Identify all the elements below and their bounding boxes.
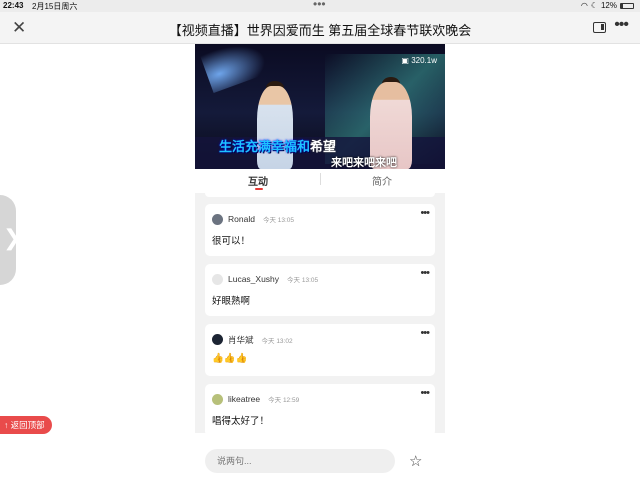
- singer-left: [257, 86, 293, 169]
- comment-time: 今天 12:59: [268, 397, 300, 404]
- comment-text: 唱得太好了！: [212, 416, 270, 427]
- comment-card: 肖华斌 今天 13:02 ••• 👍👍👍: [205, 324, 435, 376]
- comment-text: 很可以！: [212, 236, 251, 247]
- status-right: ◠ ☾ 12%: [581, 1, 634, 10]
- comment-username[interactable]: 肖华斌: [228, 335, 254, 345]
- battery-icon: [620, 2, 634, 9]
- comment-card: Lucas_Xushy 今天 13:05 ••• 好眼熟啊: [205, 264, 435, 316]
- avatar[interactable]: [212, 394, 223, 405]
- moon-icon: ☾: [590, 1, 598, 10]
- stage-light: [199, 44, 271, 94]
- comment-time: 今天 13:05: [287, 277, 319, 284]
- star-icon[interactable]: ☆: [409, 452, 422, 470]
- comment-text: 好眼熟啊: [212, 296, 251, 307]
- window-icon[interactable]: [593, 22, 606, 33]
- comment-author: likeatree 今天 12:59: [228, 394, 299, 404]
- status-time: 22:43: [3, 1, 24, 10]
- nav-bar: ✕ 【视频直播】世界因爱而生 第五届全球春节联欢晚会 •••: [0, 12, 640, 44]
- arrow-up-icon: ↑: [4, 420, 9, 430]
- comment-time: 今天 13:02: [261, 338, 293, 345]
- comment-text: 👍👍👍: [212, 353, 248, 364]
- video-player[interactable]: ▣ 320.1w 生活充满幸福和希望 来吧来吧来吧: [195, 44, 445, 169]
- active-tab-indicator: [255, 188, 263, 190]
- lyric-rest: 希望: [310, 139, 337, 154]
- chevron-right-icon: ❯: [3, 225, 22, 250]
- page-title: 【视频直播】世界因爱而生 第五届全球春节联欢晚会: [168, 23, 472, 38]
- lyric-highlight: 生活充满幸福和: [219, 139, 311, 154]
- comment-input[interactable]: [205, 449, 395, 473]
- comment-username[interactable]: Ronald: [228, 214, 255, 224]
- comment-card: likeatree 今天 12:59 ••• 唱得太好了！: [205, 384, 435, 433]
- more-icon[interactable]: •••: [420, 207, 430, 219]
- comment-time: 今天 13:05: [262, 217, 295, 224]
- more-icon[interactable]: •••: [420, 267, 430, 279]
- previous-comment-edge: [205, 193, 435, 197]
- avatar[interactable]: [212, 274, 223, 285]
- comment-card: Ronald 今天 13:05 ••• 很可以！: [205, 204, 435, 256]
- comment-input-bar: ☆: [195, 433, 445, 480]
- view-count-value: 320.1w: [411, 56, 437, 65]
- more-icon[interactable]: •••: [614, 16, 629, 34]
- comment-username[interactable]: Lucas_Xushy: [228, 274, 279, 284]
- tab-divider: [320, 173, 321, 185]
- comment-feed[interactable]: Ronald 今天 13:05 ••• 很可以！ Lucas_Xushy 今天 13…: [195, 193, 445, 433]
- multitask-dots-icon[interactable]: •••: [313, 0, 326, 11]
- comment-author: 肖华斌 今天 13:02: [228, 334, 293, 346]
- status-bar: 22:43 2月15日周六 ••• ◠ ☾ 12%: [0, 0, 640, 12]
- battery-percent: 12%: [600, 1, 617, 10]
- status-date: 2月15日周六: [32, 2, 78, 11]
- tab-intro[interactable]: 简介: [372, 173, 392, 188]
- comment-author: Lucas_Xushy 今天 13:05: [228, 274, 318, 284]
- view-count: ▣ 320.1w: [401, 56, 437, 65]
- tab-interaction[interactable]: 互动: [248, 173, 268, 188]
- lyric-line-2: 来吧来吧来吧: [331, 157, 397, 169]
- back-to-top-label: 返回顶部: [10, 420, 45, 430]
- more-icon[interactable]: •••: [420, 387, 430, 399]
- comment-author: Ronald 今天 13:05: [228, 214, 294, 224]
- tab-bar: 互动 简介: [195, 169, 445, 193]
- more-icon[interactable]: •••: [420, 327, 430, 339]
- back-to-top-button[interactable]: ↑ 返回顶部: [0, 416, 52, 434]
- play-count-icon: ▣: [401, 56, 409, 65]
- lyric-line-1: 生活充满幸福和希望: [219, 136, 336, 155]
- avatar[interactable]: [212, 334, 223, 345]
- comment-username[interactable]: likeatree: [228, 394, 260, 404]
- wifi-icon: ◠: [580, 1, 588, 10]
- side-handle[interactable]: ❯: [0, 195, 21, 285]
- avatar[interactable]: [212, 214, 223, 225]
